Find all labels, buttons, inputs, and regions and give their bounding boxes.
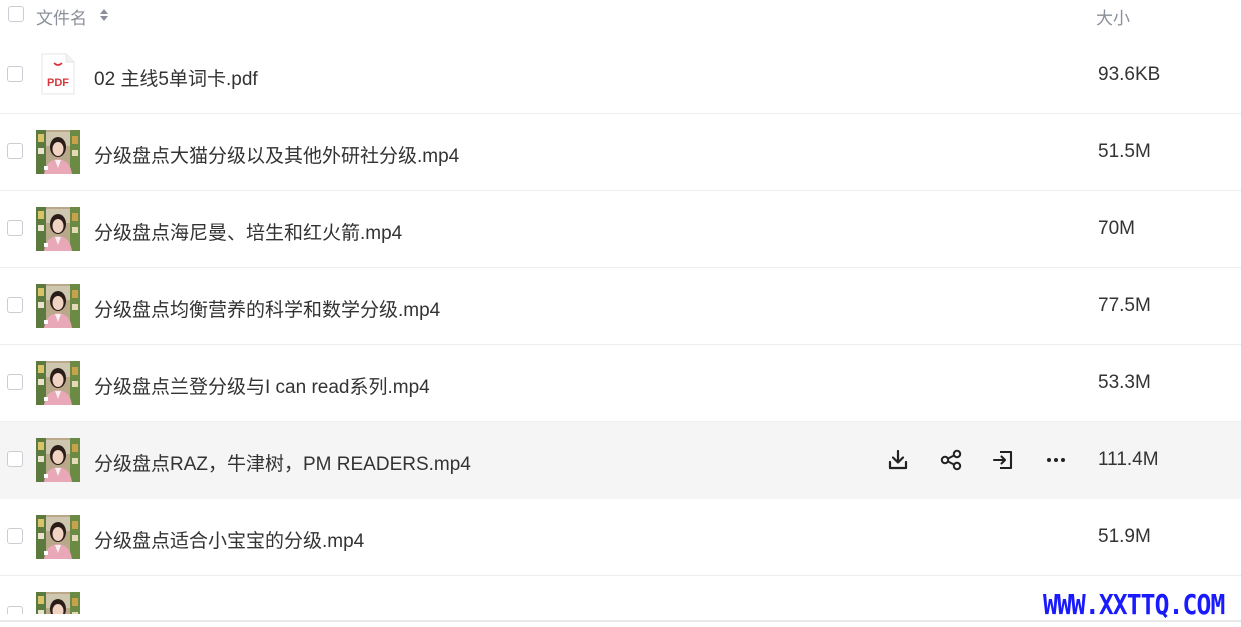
file-name[interactable]: 分级盘点海尼曼、培生和红火箭.mp4 [94, 218, 402, 245]
pdf-file-icon[interactable]: PDF [40, 53, 76, 95]
file-row[interactable]: 分级盘点RAZ，牛津树，PM READERS.mp4 111.4M [0, 422, 1241, 499]
file-size: 51.5M [1098, 141, 1151, 162]
sort-icon[interactable] [99, 8, 109, 22]
file-row[interactable]: 分级盘点适合小宝宝的分级.mp4 51.9M [0, 499, 1241, 576]
file-name[interactable]: 分级盘点适合小宝宝的分级.mp4 [94, 526, 364, 553]
row-checkbox[interactable] [7, 220, 23, 236]
row-checkbox[interactable] [7, 143, 23, 159]
watermark: WWW.XXTTQ.COM [1043, 588, 1225, 621]
file-size: 93.6KB [1098, 64, 1161, 85]
move-button[interactable] [989, 446, 1017, 474]
file-name[interactable]: 分级盘点均衡营养的科学和数学分级.mp4 [94, 295, 440, 322]
row-checkbox[interactable] [7, 66, 23, 82]
video-thumbnail[interactable] [36, 130, 80, 174]
file-size: 51.9M [1098, 526, 1151, 547]
column-header-size[interactable]: 大小 [1096, 4, 1130, 29]
file-list-header: 文件名 大小 [0, 0, 1241, 30]
file-row[interactable]: 分级盘点均衡营养的科学和数学分级.mp4 77.5M [0, 268, 1241, 345]
row-checkbox[interactable] [7, 297, 23, 313]
download-button[interactable] [884, 446, 912, 474]
video-thumbnail[interactable] [36, 361, 80, 405]
file-size: 77.5M [1098, 295, 1151, 316]
more-icon [1044, 448, 1068, 472]
share-button[interactable] [937, 446, 965, 474]
file-size: 53.3M [1098, 372, 1151, 393]
file-list: PDF 02 主线5单词卡.pdf 93.6KB 分级盘点大猫分级以及其他外研社分级.… [0, 37, 1241, 616]
move-icon [991, 448, 1015, 472]
svg-text:PDF: PDF [47, 77, 69, 89]
row-checkbox[interactable] [7, 528, 23, 544]
file-name[interactable]: 分级盘点兰登分级与I can read系列.mp4 [94, 372, 430, 399]
video-thumbnail[interactable] [36, 515, 80, 559]
file-size: 70M [1098, 218, 1135, 239]
file-size: 111.4M [1098, 449, 1159, 470]
video-thumbnail[interactable] [36, 207, 80, 251]
video-thumbnail[interactable] [36, 592, 80, 614]
row-checkbox[interactable] [7, 606, 23, 614]
row-checkbox[interactable] [7, 374, 23, 390]
file-name[interactable]: 分级盘点大猫分级以及其他外研社分级.mp4 [94, 141, 459, 168]
video-thumbnail[interactable] [36, 284, 80, 328]
video-thumbnail[interactable] [36, 438, 80, 482]
file-row[interactable]: 分级盘点兰登分级与I can read系列.mp4 53.3M [0, 345, 1241, 422]
select-all-checkbox[interactable] [8, 6, 24, 22]
file-name[interactable]: 02 主线5单词卡.pdf [94, 64, 258, 91]
more-button[interactable] [1042, 446, 1070, 474]
share-icon [939, 448, 963, 472]
file-name[interactable]: 分级盘点RAZ，牛津树，PM READERS.mp4 [94, 449, 471, 476]
file-row[interactable]: 分级盘点海尼曼、培生和红火箭.mp4 70M [0, 191, 1241, 268]
download-icon [886, 448, 910, 472]
column-header-name[interactable]: 文件名 [36, 4, 87, 29]
file-row[interactable]: PDF 02 主线5单词卡.pdf 93.6KB [0, 37, 1241, 114]
file-row[interactable]: 分级盘点大猫分级以及其他外研社分级.mp4 51.5M [0, 114, 1241, 191]
row-checkbox[interactable] [7, 451, 23, 467]
